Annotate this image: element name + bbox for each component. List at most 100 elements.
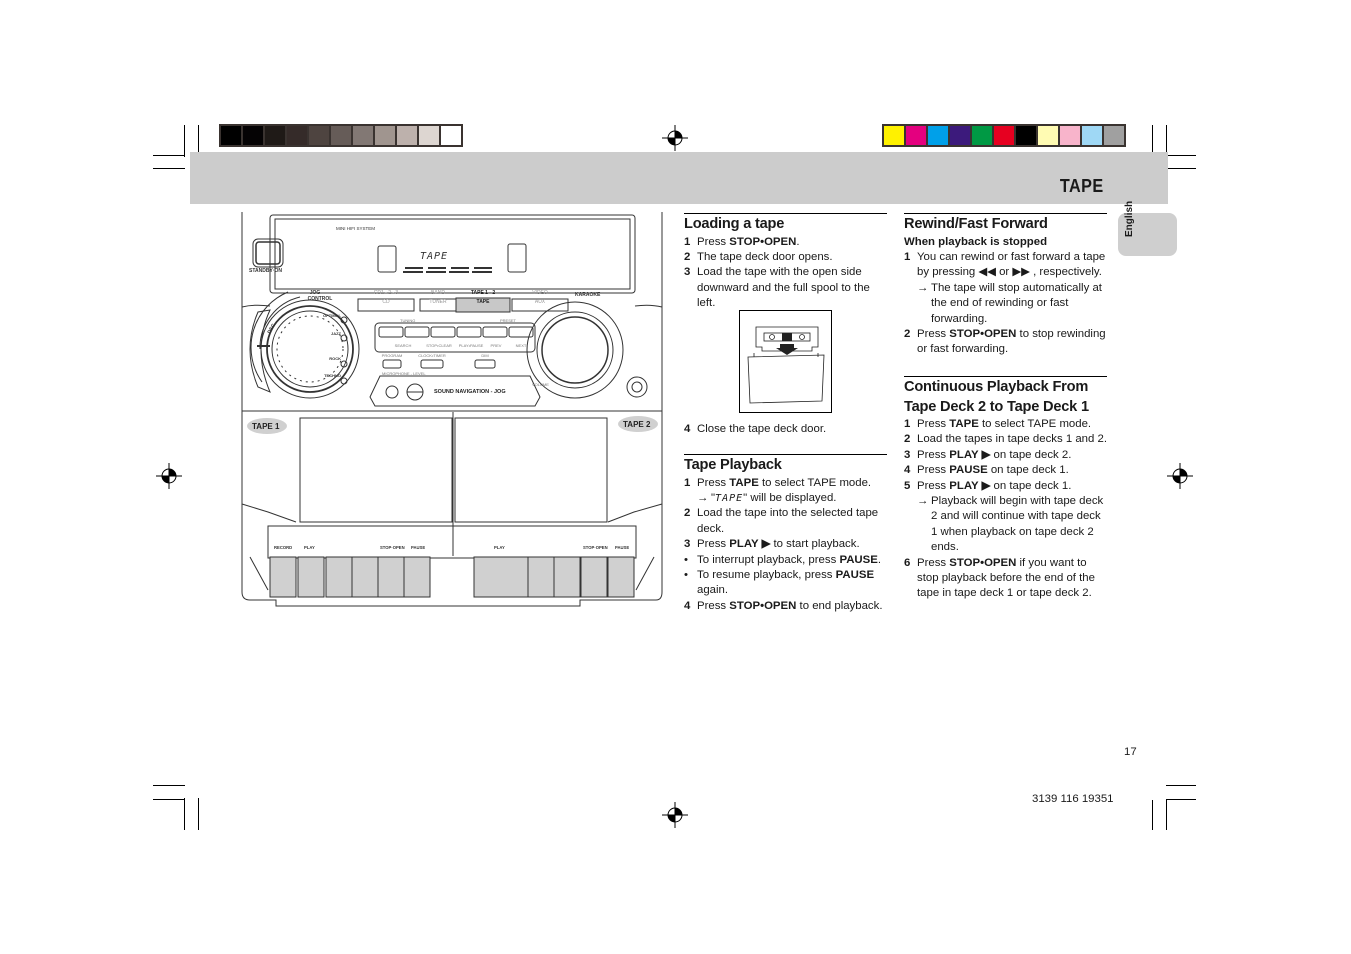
svg-text:VOLUME: VOLUME — [532, 382, 549, 387]
step-2: 2 Load the tapes in tape decks 1 and 2. — [904, 433, 1107, 446]
registration-target-icon — [662, 802, 688, 828]
color-swatch — [928, 126, 948, 145]
crop-mark — [1166, 785, 1196, 786]
dsc-preset-label: OPTIMAL — [323, 313, 342, 318]
gray-swatch — [287, 126, 307, 145]
deck2-key-label: PLAY — [494, 545, 505, 550]
section-rewind-fast-forward: Rewind/Fast Forward When playback is sto… — [904, 213, 1107, 358]
svg-text:CONTROL: CONTROL — [308, 296, 333, 302]
deck-key — [580, 556, 608, 598]
gray-swatch — [441, 126, 461, 145]
color-calibration-bar — [882, 124, 1126, 147]
cassette-loading-figure — [739, 310, 832, 413]
gray-calibration-bar — [219, 124, 463, 147]
transport-label: STOP•CLEAR — [426, 343, 452, 348]
step-1: 1 Press STOP•OPEN. — [684, 235, 800, 248]
section-tape-playback: Tape Playback 1 Press TAPE to select TAPE… — [684, 454, 887, 614]
gray-swatch — [265, 126, 285, 145]
step-3: 3 Load the tape with the open side downwa… — [684, 266, 870, 310]
source-button-label: CD — [382, 299, 390, 305]
language-tab: English — [1118, 201, 1177, 256]
section-continuous-playback: Continuous Playback From Tape Deck 2 to … — [904, 376, 1107, 602]
step-4: 4 Close the tape deck door. — [684, 423, 827, 435]
deck1-key-label: STOP·OPEN — [380, 545, 405, 550]
svg-text:TAPE 1: TAPE 1 — [252, 422, 280, 431]
source-top-label: BAND — [431, 290, 445, 296]
page-number: 17 — [1124, 746, 1137, 758]
section-loading-step4: 4 Close the tape deck door. — [684, 422, 887, 437]
color-swatch — [906, 126, 926, 145]
step-5-result: → Playback will begin with tape deck 2 an… — [917, 495, 1104, 554]
color-swatch — [950, 126, 970, 145]
step-6: 6 Press STOP•OPEN if you want to stop pla… — [904, 556, 1095, 600]
source-button-label: AUX — [535, 299, 546, 305]
dsc-preset-label: JAZZ — [331, 331, 342, 336]
step-2: 2 Press STOP•OPEN to stop rewinding or fa… — [904, 327, 1106, 356]
source-top-label: VIDEO — [532, 290, 548, 296]
section-heading: Tape Playback — [684, 454, 887, 476]
crop-mark — [153, 799, 185, 800]
deck-key — [527, 556, 555, 598]
section-heading: Loading a tape — [684, 213, 887, 235]
transport-label: SEARCH — [395, 343, 412, 348]
deck-key — [473, 556, 529, 598]
crop-mark — [1152, 800, 1153, 830]
step-2: 2 Load the tape into the selected tape de… — [684, 507, 879, 535]
color-swatch — [1082, 126, 1102, 145]
step-1-result: → The tape will stop automatically at the… — [917, 281, 1102, 325]
cassette-insert-icon — [747, 326, 825, 404]
language-label: English — [1124, 200, 1135, 237]
step-4: 4 Press PAUSE on tape deck 1. — [904, 464, 1069, 477]
document-number: 3139 116 19351 — [1032, 793, 1114, 805]
registration-target-icon — [662, 125, 688, 151]
crop-mark — [153, 155, 185, 156]
color-swatch — [972, 126, 992, 145]
deck1-key-label: RECORD — [274, 545, 292, 550]
small-button-label: DIM — [481, 353, 488, 358]
step-1: 1 You can rewind or fast forward a tape b… — [904, 250, 1106, 279]
deck-key — [607, 556, 635, 598]
gray-swatch — [353, 126, 373, 145]
header-band: TAPE — [190, 152, 1168, 204]
transport-label: PREV — [491, 343, 502, 348]
source-button-label: TUNER — [429, 299, 447, 305]
crop-mark — [1166, 799, 1196, 800]
crop-mark — [1166, 155, 1196, 156]
color-swatch — [884, 126, 904, 145]
color-swatch — [1060, 126, 1080, 145]
deck1-key-label: PAUSE — [411, 545, 425, 550]
section-subheading: When playback is stopped — [904, 235, 1048, 248]
crop-mark — [184, 798, 185, 830]
deck-key — [269, 556, 297, 598]
gray-swatch — [375, 126, 395, 145]
deck-key — [553, 556, 581, 598]
deck-key — [297, 556, 325, 598]
step-3: 3 Press PLAY ▶ to start playback. — [684, 538, 860, 551]
gray-swatch — [221, 126, 241, 145]
page-title: TAPE — [1060, 176, 1104, 196]
crop-mark — [198, 798, 199, 830]
step-4: 4 Press STOP•OPEN to end playback. — [684, 599, 883, 612]
svg-text:MICROPHONE - LEVEL: MICROPHONE - LEVEL — [382, 371, 426, 376]
section-loading-a-tape: Loading a tape 1 Press STOP•OPEN. 2 The ta… — [684, 213, 887, 312]
section-heading: Continuous Playback From Tape Deck 2 to … — [904, 376, 1107, 417]
svg-text:TAPE: TAPE — [420, 251, 448, 262]
svg-text:SOUND NAVIGATION - JOG: SOUND NAVIGATION - JOG — [434, 389, 506, 395]
deck2-key-label: PAUSE — [615, 545, 629, 550]
color-swatch — [1016, 126, 1036, 145]
gray-swatch — [397, 126, 417, 145]
crop-mark — [1166, 800, 1167, 830]
deck2-key-label: STOP·OPEN — [583, 545, 608, 550]
small-button-label: CLOCK•TIMER — [418, 353, 446, 358]
deck-key — [403, 556, 431, 598]
gray-swatch — [419, 126, 439, 145]
step-5: 5 Press PLAY ▶ on tape deck 1. — [904, 479, 1072, 492]
crop-mark — [153, 785, 185, 786]
bullet-resume: • To resume playback, press PAUSE again. — [684, 568, 875, 597]
step-2: 2 The tape deck door opens. — [684, 250, 833, 263]
registration-target-icon — [156, 463, 182, 489]
step-1-result: → "TAPE" will be displayed. — [697, 491, 837, 504]
registration-target-icon — [1167, 463, 1193, 489]
svg-text:KARAOKE: KARAOKE — [575, 292, 601, 298]
svg-text:PRESET: PRESET — [500, 318, 517, 323]
